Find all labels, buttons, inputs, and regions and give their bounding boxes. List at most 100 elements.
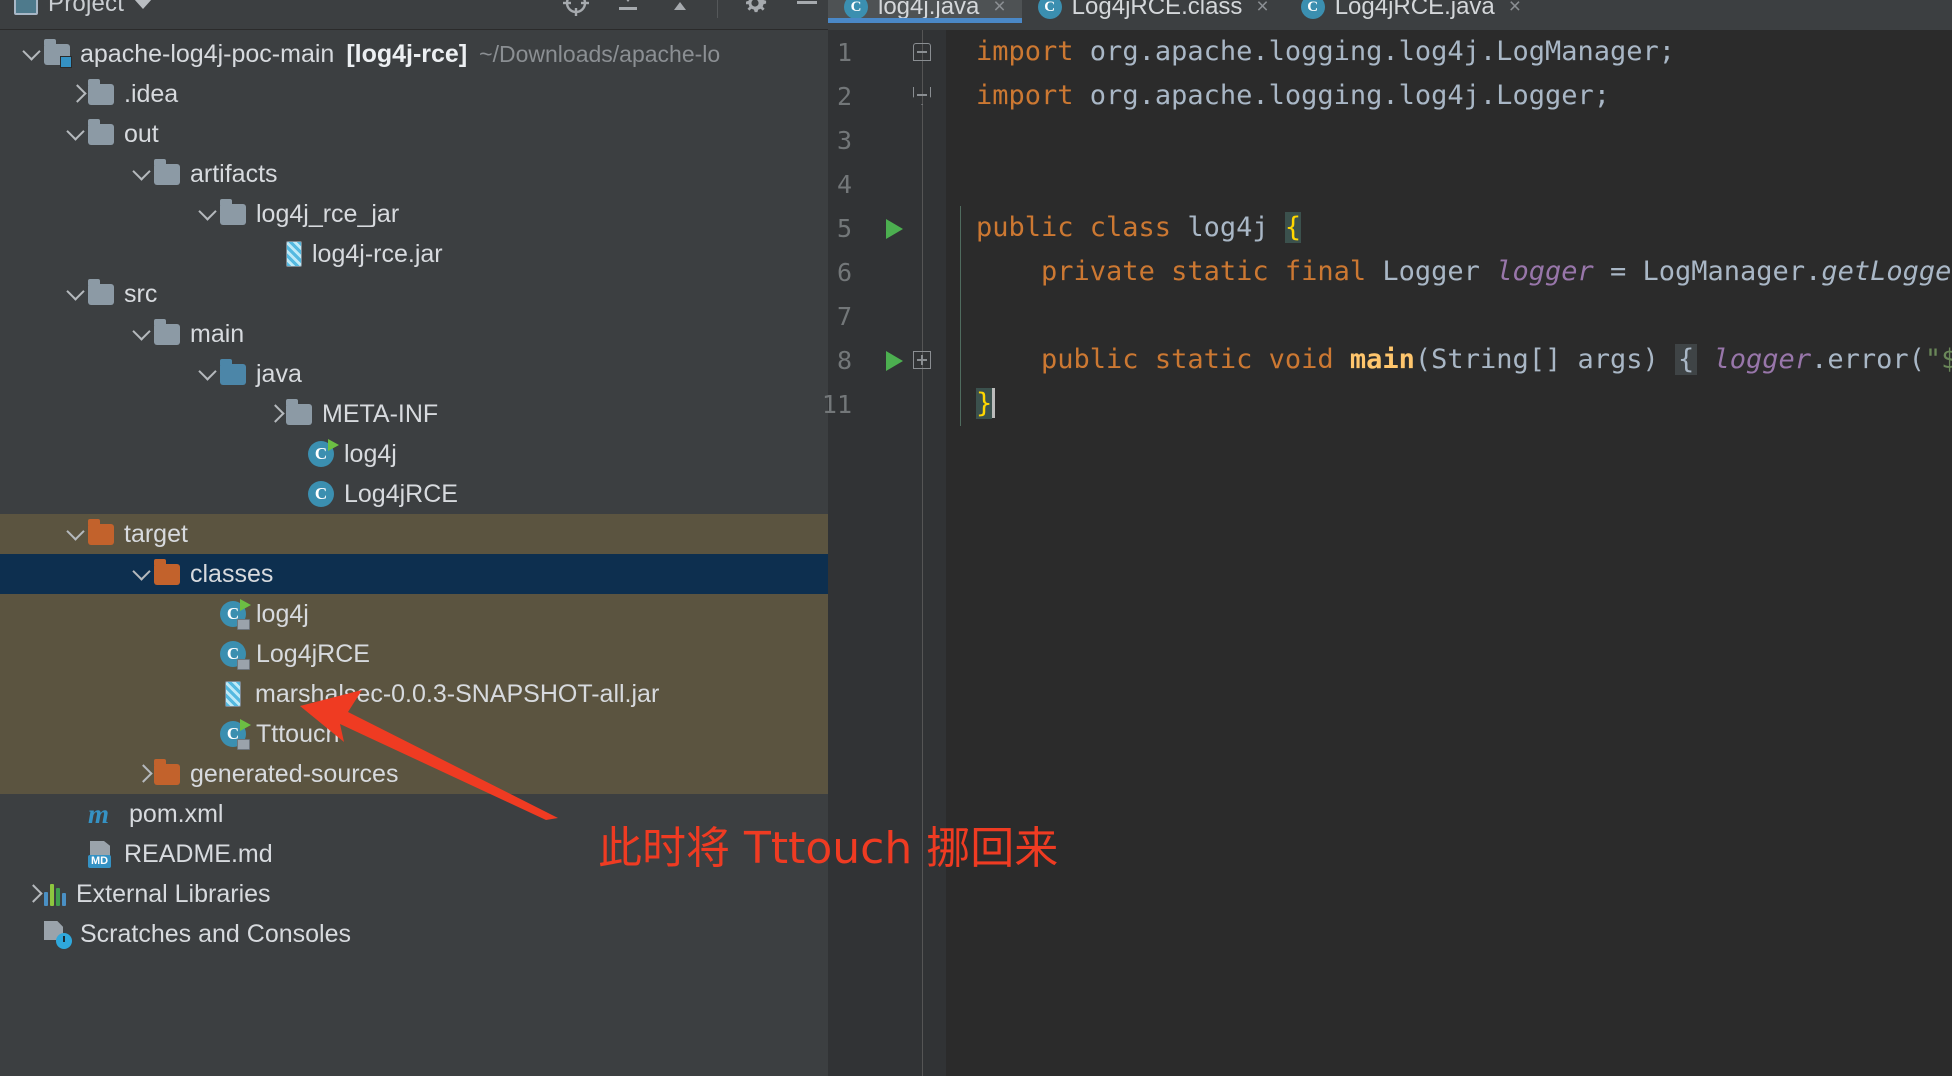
fold-marker-icon[interactable] xyxy=(911,41,933,63)
chevron-down-icon[interactable] xyxy=(132,323,154,345)
project-tool-window: Project apache-log4j-poc-main [log4j-rce… xyxy=(0,0,828,1076)
tree-node-idea[interactable]: .idea xyxy=(0,74,828,114)
code-line-7 xyxy=(946,294,1952,338)
project-toolbar-actions xyxy=(561,0,822,18)
keyword-modifiers: private static final xyxy=(1041,256,1383,287)
tab-log4jrce-class[interactable]: C Log4jRCE.class × xyxy=(1021,0,1285,22)
tree-node-label: README.md xyxy=(124,840,273,868)
excluded-folder-icon xyxy=(154,758,180,785)
tree-node-label: main xyxy=(190,320,245,348)
tree-node-main[interactable]: main xyxy=(0,314,828,354)
tree-node-label: META-INF xyxy=(322,400,439,428)
java-class-icon: C xyxy=(844,0,868,19)
tree-node-external-libraries[interactable]: External Libraries xyxy=(0,874,828,914)
project-title-group[interactable]: Project xyxy=(14,0,153,18)
folder-icon xyxy=(220,198,246,225)
tree-node-classes[interactable]: classes xyxy=(0,554,828,594)
string-literal: "${jnd xyxy=(1924,344,1952,375)
tree-node-label: artifacts xyxy=(190,160,278,188)
code-text: org.apache.logging.log4j.Logger; xyxy=(1073,80,1610,111)
line-number: 2 xyxy=(836,81,852,111)
java-class-locked-icon: C xyxy=(220,641,250,670)
gutter-line-11: 11 xyxy=(822,382,946,426)
code-text-area[interactable]: import org.apache.logging.log4j.LogManag… xyxy=(946,30,1952,1076)
java-class-runnable-locked-icon: C xyxy=(220,599,251,630)
tab-log4j-java[interactable]: C log4j.java × xyxy=(828,0,1022,23)
tree-node-tttouch[interactable]: C Tttouch xyxy=(0,714,828,754)
markdown-file-icon: MD xyxy=(88,841,114,868)
minimize-icon[interactable] xyxy=(792,0,822,18)
editor-gutter[interactable]: 1 2 3 4 5 6 7 8 11 xyxy=(822,30,946,1076)
tree-node-src-log4jrce[interactable]: C Log4jRCE xyxy=(0,474,828,514)
chevron-down-icon[interactable] xyxy=(66,123,88,145)
tree-node-target[interactable]: target xyxy=(0,514,828,554)
tree-node-label: src xyxy=(124,280,158,308)
java-class-icon: C xyxy=(1037,0,1062,19)
chevron-down-icon[interactable] xyxy=(66,523,88,545)
matching-brace: } xyxy=(976,388,993,419)
run-method-icon[interactable] xyxy=(886,351,903,371)
tree-node-generated-sources[interactable]: generated-sources xyxy=(0,754,828,794)
tab-log4jrce-java[interactable]: C Log4jRCE.java × xyxy=(1284,0,1538,22)
jar-file-icon xyxy=(286,241,302,267)
chevron-down-icon[interactable] xyxy=(134,0,153,9)
close-icon[interactable]: × xyxy=(1256,0,1268,19)
fold-marker-icon[interactable] xyxy=(911,85,933,107)
annotation-text: 此时将 Tttouch 挪回来 xyxy=(598,823,1059,874)
keyword-import: import xyxy=(976,80,1074,111)
tree-node-label: target xyxy=(124,520,188,548)
close-icon[interactable]: × xyxy=(1509,0,1521,19)
project-tree[interactable]: apache-log4j-poc-main [log4j-rce] ~/Down… xyxy=(0,30,828,1076)
folded-region-placeholder[interactable]: { xyxy=(1675,344,1698,375)
chevron-down-icon[interactable] xyxy=(198,203,220,225)
expand-all-icon[interactable] xyxy=(665,0,695,18)
tree-node-log4j-rce-jar-dir[interactable]: log4j_rce_jar xyxy=(0,194,828,234)
tree-node-label: log4j-rce.jar xyxy=(312,240,443,268)
close-icon[interactable]: × xyxy=(993,0,1005,19)
chevron-down-icon[interactable] xyxy=(132,163,154,185)
code-editor[interactable]: 1 2 3 4 5 6 7 8 11 import org.apache.log… xyxy=(822,30,1952,1076)
tree-node-classes-log4jrce[interactable]: C Log4jRCE xyxy=(0,634,828,674)
chevron-down-icon[interactable] xyxy=(66,283,88,305)
code-text: org.apache.logging.log4j.LogManager; xyxy=(1073,36,1675,67)
tree-node-scratches-and-consoles[interactable]: Scratches and Consoles xyxy=(0,914,828,954)
gear-icon[interactable] xyxy=(740,0,770,18)
code-line-11: } xyxy=(946,382,1952,426)
field-logger: logger xyxy=(1697,344,1812,375)
tree-node-label: External Libraries xyxy=(76,880,271,908)
locate-icon[interactable] xyxy=(561,0,591,18)
tree-node-meta-inf[interactable]: META-INF xyxy=(0,394,828,434)
chevron-down-icon[interactable] xyxy=(198,363,220,385)
tree-node-label: log4j xyxy=(256,600,309,628)
tree-node-log4j-rce-jar-file[interactable]: log4j-rce.jar xyxy=(0,234,828,274)
tree-node-label: classes xyxy=(190,560,274,588)
tree-node-src-log4j[interactable]: C log4j xyxy=(0,434,828,474)
chevron-right-icon[interactable] xyxy=(264,403,286,425)
chevron-down-icon[interactable] xyxy=(132,563,154,585)
tree-node-label: Scratches and Consoles xyxy=(80,920,351,948)
folder-icon xyxy=(88,118,114,145)
tree-node-apache-log4j-poc-main[interactable]: apache-log4j-poc-main [log4j-rce] ~/Down… xyxy=(0,34,828,74)
tree-node-marshalsec-jar[interactable]: marshalsec-0.0.3-SNAPSHOT-all.jar xyxy=(0,674,828,714)
collapse-all-icon[interactable] xyxy=(613,0,643,18)
tree-node-java[interactable]: java xyxy=(0,354,828,394)
tree-node-out[interactable]: out xyxy=(0,114,828,154)
method-getlogger: getLogger() xyxy=(1821,256,1952,287)
chevron-right-icon[interactable] xyxy=(22,883,44,905)
tree-node-artifacts[interactable]: artifacts xyxy=(0,154,828,194)
method-main: main xyxy=(1349,344,1415,375)
clock-badge-icon xyxy=(56,933,72,949)
toolbar-divider xyxy=(717,0,718,18)
gutter-line-6: 6 xyxy=(828,250,946,294)
code-text: .error( xyxy=(1811,344,1925,375)
gutter-line-4: 4 xyxy=(828,162,946,206)
chevron-right-icon[interactable] xyxy=(132,763,154,785)
unfold-marker-icon[interactable] xyxy=(911,349,933,371)
tree-node-src[interactable]: src xyxy=(0,274,828,314)
chevron-right-icon[interactable] xyxy=(66,83,88,105)
run-class-icon[interactable] xyxy=(886,219,903,239)
tree-node-classes-log4j[interactable]: C log4j xyxy=(0,594,828,634)
chevron-down-icon[interactable] xyxy=(22,43,44,65)
java-class-icon: C xyxy=(308,481,334,507)
